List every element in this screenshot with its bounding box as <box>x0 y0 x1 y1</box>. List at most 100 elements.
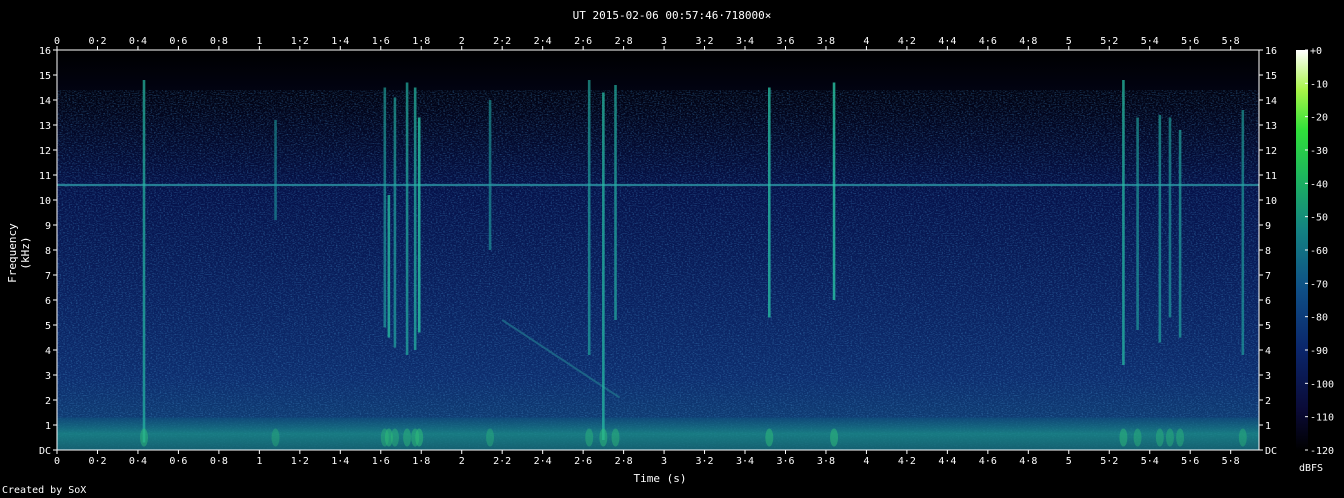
y-tick-label-left-6: 6 <box>45 296 51 307</box>
x-tick-label-bottom-3: 0·6 <box>169 456 187 467</box>
y-tick-label-left-15: 15 <box>39 71 51 82</box>
y-tick-label-left-14: 14 <box>39 96 51 107</box>
x-tick-label-bottom-2: 0·4 <box>129 456 147 467</box>
x-tick-label-bottom-0: 0 <box>54 456 60 467</box>
x-tick-label-bottom-8: 1·6 <box>372 456 390 467</box>
x-tick-label-top-15: 3 <box>661 36 667 47</box>
colorbar-tick-label-3: -30 <box>1310 146 1328 157</box>
x-tick-label-bottom-11: 2·2 <box>493 456 511 467</box>
event-lowfreq-19 <box>1238 428 1247 447</box>
y-tick-label-right-2: 2 <box>1265 396 1271 407</box>
event-lowfreq-8 <box>486 428 495 447</box>
x-tick-label-top-3: 0·6 <box>169 36 187 47</box>
event-lowfreq-4 <box>390 428 399 447</box>
x-tick-label-top-2: 0·4 <box>129 36 147 47</box>
colorbar-tick-label-8: -80 <box>1310 313 1328 324</box>
x-tick-label-top-24: 4·8 <box>1019 36 1037 47</box>
colorbar-tick-label-9: -90 <box>1310 346 1328 357</box>
x-tick-label-top-13: 2·6 <box>574 36 592 47</box>
x-tick-label-bottom-14: 2·8 <box>615 456 633 467</box>
x-tick-label-bottom-13: 2·6 <box>574 456 592 467</box>
x-tick-label-bottom-23: 4·6 <box>979 456 997 467</box>
x-tick-label-bottom-10: 2 <box>459 456 465 467</box>
y-tick-label-right-13: 13 <box>1265 121 1277 132</box>
y-tick-label-left-16: 16 <box>39 46 51 57</box>
colorbar-tick-label-6: -60 <box>1310 246 1328 257</box>
event-lowfreq-14 <box>1119 428 1128 447</box>
x-tick-label-top-11: 2·2 <box>493 36 511 47</box>
y-tick-label-left-12: 12 <box>39 146 51 157</box>
x-tick-label-top-26: 5·2 <box>1100 36 1118 47</box>
y-tick-label-right-15: 15 <box>1265 71 1277 82</box>
spectrogram-noise <box>57 90 1259 450</box>
x-tick-label-top-5: 1 <box>256 36 262 47</box>
y-tick-label-left-10: 10 <box>39 196 51 207</box>
colorbar-tick-label-11: -110 <box>1310 413 1334 424</box>
y-tick-label-right-5: 5 <box>1265 321 1271 332</box>
y-tick-label-left-7: 7 <box>45 271 51 282</box>
x-tick-label-bottom-26: 5·2 <box>1100 456 1118 467</box>
y-tick-label-right-6: 6 <box>1265 296 1271 307</box>
event-lowfreq-17 <box>1165 428 1174 447</box>
x-tick-label-bottom-18: 3·6 <box>776 456 794 467</box>
x-tick-label-bottom-28: 5·6 <box>1181 456 1199 467</box>
colorbar-tick-label-10: -100 <box>1310 379 1334 390</box>
event-lowfreq-16 <box>1155 428 1164 447</box>
x-tick-label-bottom-29: 5·8 <box>1222 456 1240 467</box>
colorbar-tick-label-4: -40 <box>1310 179 1328 190</box>
x-tick-label-top-12: 2·4 <box>534 36 552 47</box>
y-tick-label-right-8: 8 <box>1265 246 1271 257</box>
low-frequency-band <box>57 417 1259 450</box>
x-tick-label-top-20: 4 <box>863 36 869 47</box>
y-tick-label-right-1: 1 <box>1265 421 1271 432</box>
event-lowfreq-10 <box>599 428 608 447</box>
y-tick-label-left-2: 2 <box>45 396 51 407</box>
y-tick-label-right-3: 3 <box>1265 371 1271 382</box>
x-tick-label-bottom-12: 2·4 <box>534 456 552 467</box>
x-tick-label-top-23: 4·6 <box>979 36 997 47</box>
y-tick-label-right-0: DC <box>1265 446 1277 457</box>
x-tick-label-top-18: 3·6 <box>776 36 794 47</box>
y-tick-label-left-13: 13 <box>39 121 51 132</box>
x-tick-label-top-22: 4·4 <box>938 36 956 47</box>
x-tick-label-bottom-24: 4·8 <box>1019 456 1037 467</box>
colorbar-tick-label-2: -20 <box>1310 113 1328 124</box>
y-tick-label-left-9: 9 <box>45 221 51 232</box>
x-tick-label-top-19: 3·8 <box>817 36 835 47</box>
x-tick-label-bottom-5: 1 <box>256 456 262 467</box>
event-lowfreq-13 <box>830 428 839 447</box>
x-tick-label-top-17: 3·4 <box>736 36 754 47</box>
event-lowfreq-7 <box>415 428 424 447</box>
colorbar-tick-label-0: +0 <box>1310 46 1322 57</box>
event-lowfreq-18 <box>1176 428 1185 447</box>
y-tick-label-left-3: 3 <box>45 371 51 382</box>
colorbar-tick-label-5: -50 <box>1310 213 1328 224</box>
y-tick-label-left-11: 11 <box>39 171 51 182</box>
colorbar-tick-label-7: -70 <box>1310 279 1328 290</box>
y-tick-label-right-4: 4 <box>1265 346 1271 357</box>
x-tick-label-bottom-1: 0·2 <box>88 456 106 467</box>
x-tick-label-top-10: 2 <box>459 36 465 47</box>
y-tick-label-right-11: 11 <box>1265 171 1277 182</box>
x-tick-label-bottom-7: 1·4 <box>331 456 349 467</box>
x-tick-label-bottom-4: 0·8 <box>210 456 228 467</box>
x-tick-label-bottom-17: 3·4 <box>736 456 754 467</box>
x-tick-label-bottom-6: 1·2 <box>291 456 309 467</box>
x-tick-label-top-6: 1·2 <box>291 36 309 47</box>
x-tick-label-bottom-21: 4·2 <box>898 456 916 467</box>
x-tick-label-bottom-19: 3·8 <box>817 456 835 467</box>
y-tick-label-right-16: 16 <box>1265 46 1277 57</box>
y-tick-label-right-7: 7 <box>1265 271 1271 282</box>
event-lowfreq-5 <box>403 428 412 447</box>
colorbar-tick-label-1: -10 <box>1310 79 1328 90</box>
event-lowfreq-9 <box>585 428 594 447</box>
x-tick-label-top-25: 5 <box>1066 36 1072 47</box>
x-tick-label-bottom-25: 5 <box>1066 456 1072 467</box>
x-tick-label-top-14: 2·8 <box>615 36 633 47</box>
y-tick-label-left-5: 5 <box>45 321 51 332</box>
spectrogram-figure: UT 2015-02-06 00:57:46·718000× Frequency… <box>0 0 1344 498</box>
x-tick-label-top-9: 1·8 <box>412 36 430 47</box>
y-tick-label-left-4: 4 <box>45 346 51 357</box>
event-lowfreq-11 <box>611 428 620 447</box>
event-lowfreq-12 <box>765 428 774 447</box>
